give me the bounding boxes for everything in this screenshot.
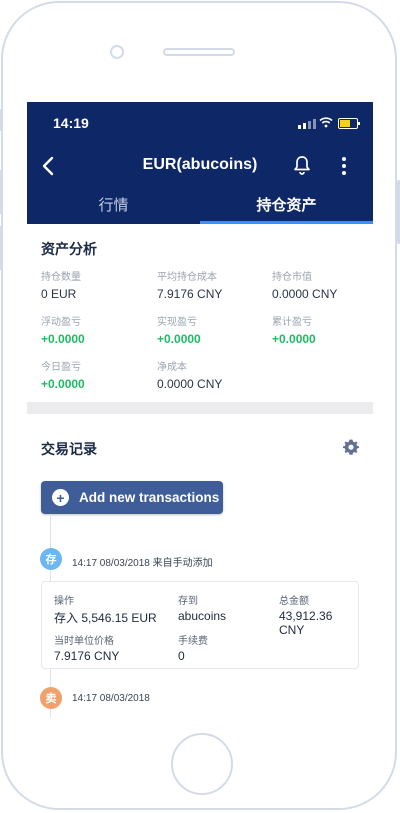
plus-icon: + [52,489,69,506]
tab-bar: 行情 持仓资产 [27,190,373,224]
metric-label: 实现盈亏 [157,317,197,328]
metric-label: 净成本 [157,362,187,373]
detail-value: 7.9176 CNY [54,649,120,663]
front-camera [110,45,124,59]
metric-market-value: 持仓市值 0.0000 CNY [272,268,373,301]
metric-label: 持仓市值 [272,272,312,283]
detail-value: 43,912.36 CNY [279,609,333,637]
detail-value: 0 [178,649,185,663]
mute-switch [0,109,3,131]
metric-holding-qty: 持仓数量 0 EUR [41,268,151,301]
metric-avg-cost: 平均持仓成本 7.9176 CNY [157,268,267,301]
metric-value: 0 EUR [41,287,77,301]
event-timestamp: 14:17 08/03/2018 来自手动添加 [72,558,213,569]
volume-down-button [0,226,3,270]
event-timestamp: 14:17 08/03/2018 [72,693,150,704]
metric-label: 持仓数量 [41,272,81,283]
detail-operation: 操作 存入 5,546.15 EUR [54,592,157,626]
section-title: 资产分析 [41,241,97,257]
volume-up-button [0,170,3,214]
metric-value: +0.0000 [41,377,85,391]
metric-label: 浮动盈亏 [41,317,81,328]
metric-label: 平均持仓成本 [157,272,217,283]
metric-floating-pnl: 浮动盈亏 +0.0000 [41,313,151,346]
detail-fee: 手续费 0 [178,632,208,663]
deposit-badge: 存 [40,548,62,570]
detail-deposit-to: 存到 abucoins [178,592,226,623]
metric-today-pnl: 今日盈亏 +0.0000 [41,358,151,391]
detail-unit-price: 当时单位价格 7.9176 CNY [54,632,119,663]
detail-label: 操作 [54,596,74,607]
detail-label: 手续费 [178,636,208,647]
status-time: 14:19 [53,115,89,131]
detail-value: 存入 5,546.15 EUR [54,611,157,625]
app-screen: 14:19 EUR(abucoins) 行情 持仓资产 资产分析 持仓数量 0 … [27,102,373,718]
sell-badge: 卖 [40,687,62,709]
detail-total: 总金额 43,912.36 CNY [279,592,358,637]
metric-net-cost: 净成本 0.0000 CNY [157,358,267,391]
section-divider [27,402,373,414]
metric-value: +0.0000 [41,332,85,346]
metric-label: 今日盈亏 [41,362,81,373]
metric-cumulative-pnl: 累计盈亏 +0.0000 [272,313,373,346]
detail-label: 存到 [178,596,198,607]
bell-icon[interactable] [293,155,311,175]
tab-market[interactable]: 行情 [27,190,200,224]
nav-bar: EUR(abucoins) [27,146,373,190]
metric-realized-pnl: 实现盈亏 +0.0000 [157,313,267,346]
detail-label: 总金额 [279,596,309,607]
detail-label: 当时单位价格 [54,636,114,647]
metric-value: 0.0000 CNY [272,287,338,301]
status-bar: 14:19 [27,102,373,146]
add-transaction-label: Add new transactions [79,490,220,505]
speaker-grille [163,48,235,56]
asset-analysis-section: 资产分析 持仓数量 0 EUR 平均持仓成本 7.9176 CNY 持仓市值 0… [27,224,373,402]
transaction-records-section: 交易记录 + Add new transactions 存 14:17 08/0… [27,414,373,718]
tab-holdings[interactable]: 持仓资产 [200,190,373,224]
app-header: 14:19 EUR(abucoins) 行情 持仓资产 [27,102,373,224]
signal-icon [298,119,316,129]
page-title: EUR(abucoins) [142,156,258,173]
gear-icon[interactable] [342,438,360,456]
add-transaction-button[interactable]: + Add new transactions [41,481,223,514]
metric-value: +0.0000 [157,332,201,346]
metric-value: +0.0000 [272,332,316,346]
home-button[interactable] [171,733,233,795]
metric-value: 0.0000 CNY [157,377,223,391]
section-title: 交易记录 [41,441,97,457]
wifi-icon [319,117,333,128]
more-vertical-icon[interactable] [337,154,351,178]
detail-value: abucoins [178,609,227,623]
metric-label: 累计盈亏 [272,317,312,328]
transaction-detail-card[interactable]: 操作 存入 5,546.15 EUR 存到 abucoins 总金额 43,91… [41,581,359,669]
metric-value: 7.9176 CNY [157,287,223,301]
battery-icon [338,118,360,129]
